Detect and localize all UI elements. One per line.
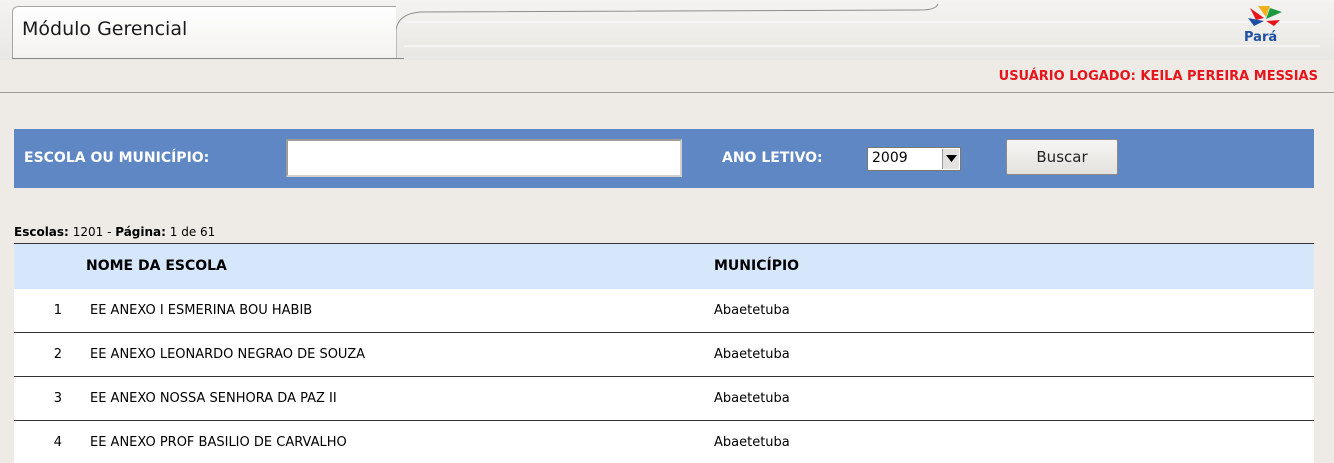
schools-count-label: Escolas: — [14, 225, 69, 239]
summary-separator: - — [107, 225, 112, 239]
table-row[interactable]: 3 EE ANEXO NOSSA SENHORA DA PAZ II Abaet… — [14, 377, 1314, 421]
school-year-value: 2009 — [872, 150, 908, 166]
page-label: Página: — [115, 225, 166, 239]
school-or-city-input[interactable] — [286, 139, 682, 177]
school-year-select[interactable]: 2009 — [867, 147, 961, 171]
table-header: NOME DA ESCOLA MUNICÍPIO — [14, 244, 1314, 289]
school-name: EE ANEXO I ESMERINA BOU HABIB — [90, 303, 313, 318]
module-title: Módulo Gerencial — [22, 18, 188, 40]
header-divider — [12, 58, 404, 59]
page-value: 1 de 61 — [169, 225, 216, 239]
row-number: 2 — [53, 347, 62, 362]
user-bar: USUÁRIO LOGADO: KEILA PEREIRA MESSIAS — [0, 60, 1334, 93]
row-number: 4 — [53, 435, 62, 450]
table-row[interactable]: 2 EE ANEXO LEONARDO NEGRAO DE SOUZA Abae… — [14, 333, 1314, 377]
column-header-school-name: NOME DA ESCOLA — [86, 258, 227, 274]
school-name: EE ANEXO NOSSA SENHORA DA PAZ II — [90, 391, 337, 406]
table-row[interactable]: 1 EE ANEXO I ESMERINA BOU HABIB Abaetetu… — [14, 289, 1314, 333]
search-bar: ESCOLA OU MUNICÍPIO: ANO LETIVO: 2009 Bu… — [14, 129, 1314, 188]
school-city: Abaetetuba — [714, 347, 790, 362]
schools-count-value: 1201 — [72, 225, 104, 239]
school-or-city-label: ESCOLA OU MUNICÍPIO: — [24, 150, 210, 166]
school-year-label: ANO LETIVO: — [722, 150, 823, 166]
school-name: EE ANEXO LEONARDO NEGRAO DE SOUZA — [90, 347, 366, 362]
results-summary: Escolas: 1201 - Página: 1 de 61 — [14, 225, 215, 239]
logged-user-label: USUÁRIO LOGADO: KEILA PEREIRA MESSIAS — [998, 69, 1318, 84]
row-number: 1 — [53, 303, 62, 318]
schools-table: NOME DA ESCOLA MUNICÍPIO 1 EE ANEXO I ES… — [14, 243, 1314, 463]
search-button[interactable]: Buscar — [1006, 139, 1118, 175]
school-city: Abaetetuba — [714, 391, 790, 406]
dropdown-arrow[interactable] — [942, 149, 959, 169]
row-number: 3 — [53, 391, 62, 406]
chevron-down-icon — [946, 155, 957, 162]
header: Módulo Gerencial Pará — [0, 0, 1334, 60]
logo-text: Pará — [1244, 30, 1278, 45]
school-name: EE ANEXO PROF BASILIO DE CARVALHO — [90, 435, 347, 450]
app-window: Módulo Gerencial Pará USUÁRIO LOGADO: KE… — [0, 0, 1334, 463]
school-city: Abaetetuba — [714, 303, 790, 318]
table-row[interactable]: 4 EE ANEXO PROF BASILIO DE CARVALHO Abae… — [14, 421, 1314, 463]
school-city: Abaetetuba — [714, 435, 790, 450]
column-header-city: MUNICÍPIO — [714, 258, 800, 274]
